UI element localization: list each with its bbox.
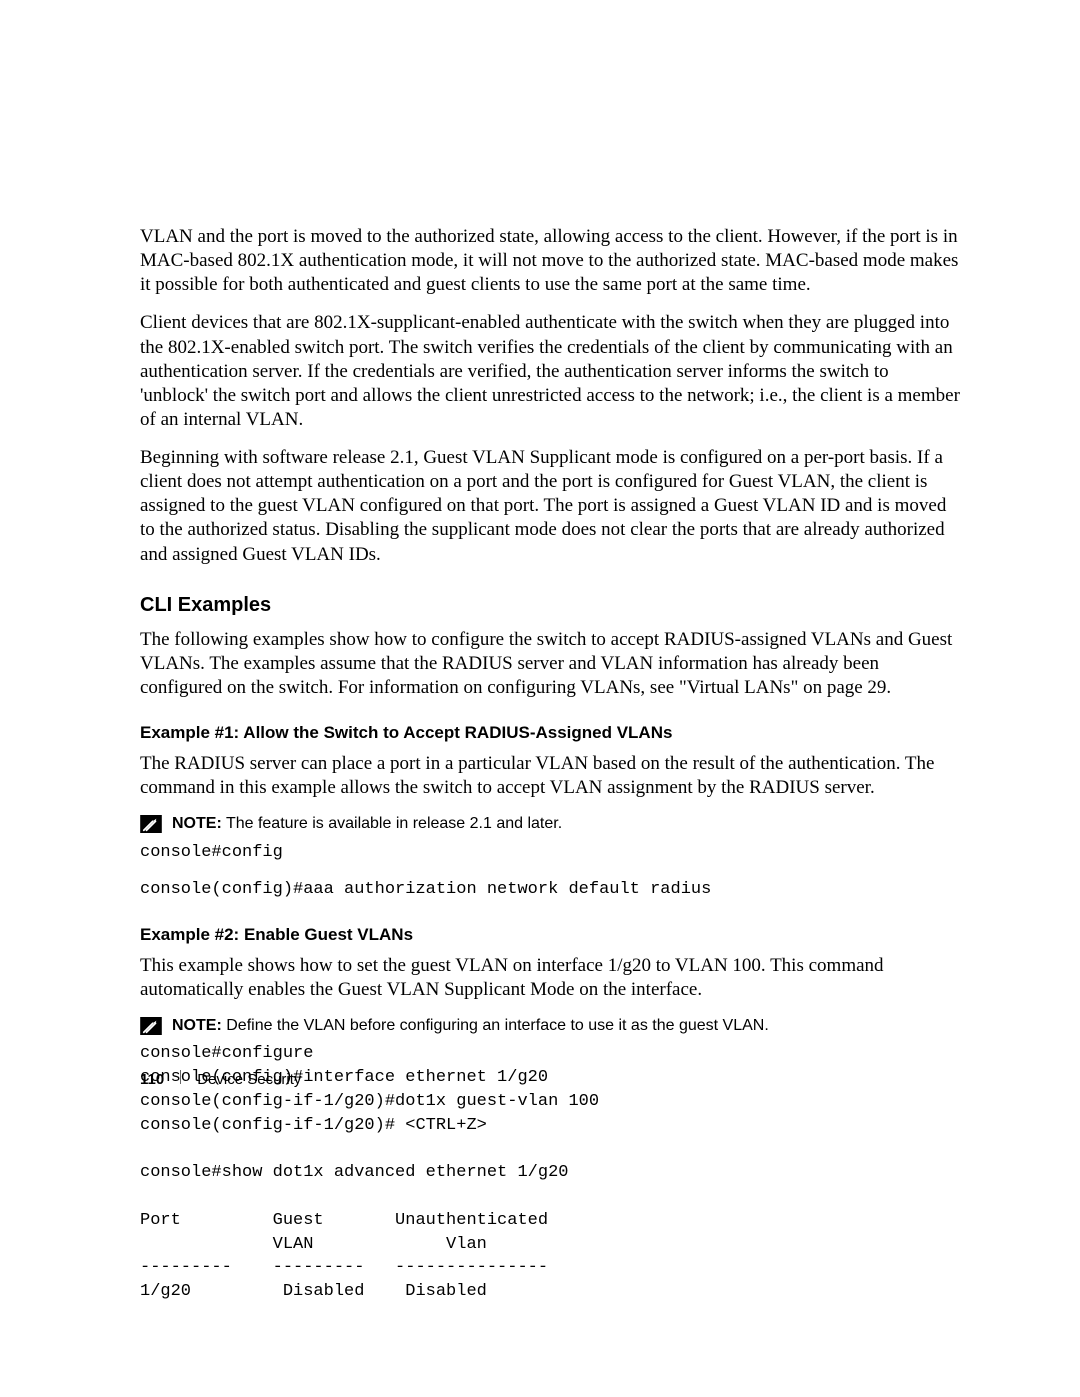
note-text: NOTE: Define the VLAN before configuring… xyxy=(172,1016,769,1036)
example-1-paragraph: The RADIUS server can place a port in a … xyxy=(140,752,960,800)
note-text: NOTE: The feature is available in releas… xyxy=(172,814,562,834)
cli-intro-paragraph: The following examples show how to confi… xyxy=(140,628,960,700)
body-paragraph: VLAN and the port is moved to the author… xyxy=(140,225,960,297)
heading-example-1: Example #1: Allow the Switch to Accept R… xyxy=(140,722,960,744)
note-pencil-icon xyxy=(140,1017,162,1035)
heading-cli-examples: CLI Examples xyxy=(140,593,960,618)
body-paragraph: Client devices that are 802.1X-supplican… xyxy=(140,311,960,432)
code-block: console(config)#aaa authorization networ… xyxy=(140,878,960,902)
note-label: NOTE: xyxy=(172,815,222,832)
section-title: Device Security xyxy=(197,1070,301,1089)
note-row: NOTE: Define the VLAN before configuring… xyxy=(140,1016,960,1036)
code-block: console#config xyxy=(140,841,960,865)
page-number: 110 xyxy=(140,1070,164,1089)
note-body: The feature is available in release 2.1 … xyxy=(226,815,562,832)
example-2-paragraph: This example shows how to set the guest … xyxy=(140,954,960,1002)
page: VLAN and the port is moved to the author… xyxy=(0,0,1080,1397)
footer-separator xyxy=(180,1070,181,1084)
note-row: NOTE: The feature is available in releas… xyxy=(140,814,960,834)
note-pencil-icon xyxy=(140,815,162,833)
heading-example-2: Example #2: Enable Guest VLANs xyxy=(140,924,960,946)
page-footer: 110 Device Security xyxy=(140,1070,301,1089)
note-label: NOTE: xyxy=(172,1017,222,1034)
note-body: Define the VLAN before configuring an in… xyxy=(226,1017,769,1034)
body-paragraph: Beginning with software release 2.1, Gue… xyxy=(140,446,960,567)
